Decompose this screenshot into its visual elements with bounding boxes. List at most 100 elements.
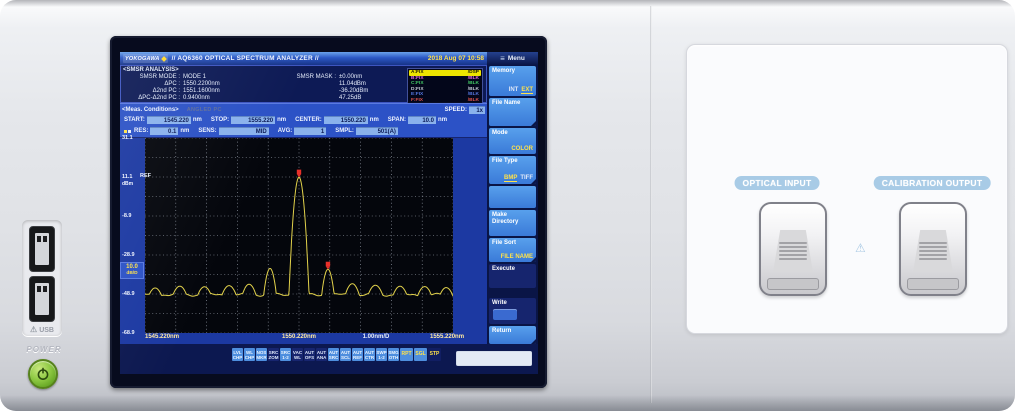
usb-caption: ⚠ USB	[22, 326, 62, 334]
smsr-label	[279, 81, 339, 88]
field-label: CENTER:	[295, 117, 322, 123]
menu-item-options: INTEXT	[509, 87, 533, 94]
field-value-smpl[interactable]: 501(A)	[356, 127, 398, 135]
usb-port-top[interactable]	[29, 226, 55, 272]
smsr-label: SMSR MASK :	[279, 74, 339, 81]
field-label: SENS:	[198, 128, 216, 134]
field-value-start[interactable]: 1545.220	[147, 116, 191, 124]
smsr-value: 11.04dBm	[339, 81, 368, 88]
softkey-src-zom[interactable]: SRCZOM	[268, 348, 279, 361]
x-tick-stop: 1555.220nm	[430, 334, 464, 340]
softkey-nos-mkr[interactable]: NOSMKR	[256, 348, 267, 361]
write-key-icon	[493, 309, 517, 320]
menu-item-value: FILE NAME	[501, 254, 533, 260]
power-button[interactable]	[28, 359, 58, 389]
field-value-center[interactable]: 1550.220	[324, 116, 368, 124]
softkey-aut-ref[interactable]: AUTREF	[352, 348, 363, 361]
y-tick-label: -28.9	[122, 252, 135, 258]
smsr-label: SMSR MODE :	[123, 74, 183, 81]
menu-item-execute[interactable]: Execute	[489, 264, 536, 288]
softkey-rpt[interactable]: RPT	[400, 348, 413, 361]
softkey-swp-1-2[interactable]: SWP1-2	[376, 348, 387, 361]
fold-corner	[531, 179, 536, 184]
x-scale-indicator: 1.00nm/D	[363, 334, 390, 340]
softkey-src-1-2[interactable]: SRC1-2	[280, 348, 291, 361]
menu-item-label: File Sort	[489, 238, 529, 247]
softkey-strip: LVLCHPWLCHPNOSMKRSRCZOMSRC1-2VACWLAUTOFS…	[120, 344, 538, 374]
field-label: START:	[124, 117, 145, 123]
field-value-res[interactable]: 0.1	[150, 127, 178, 135]
optical-input-label: OPTICAL INPUT	[735, 176, 820, 190]
field-value-avg[interactable]: 1	[294, 127, 326, 135]
screen-title: // AQ6360 OPTICAL SPECTRUM ANALYZER //	[172, 55, 319, 62]
usb-label: USB	[39, 327, 54, 334]
laser-warning-icon: ⚠	[855, 241, 866, 255]
softkey-aut-ofs[interactable]: AUTOFS	[304, 348, 315, 361]
menu-item-memory[interactable]: MemoryINTEXT	[489, 66, 536, 96]
smsr-label	[279, 88, 339, 95]
field-value-span[interactable]: 10.0	[408, 116, 436, 124]
field-label: RES:	[134, 128, 148, 134]
smsr-label: ΔPC-Δ2nd PC :	[123, 95, 183, 102]
spectrum-plot	[145, 138, 453, 333]
menu-item-return[interactable]: Return	[489, 326, 536, 344]
smsr-value: 1550.2200nm	[183, 81, 279, 88]
menu-item-mode[interactable]: ModeCOLOR	[489, 128, 536, 154]
menu-item-label: Return	[489, 326, 529, 335]
speed-value[interactable]: 1x	[469, 106, 485, 114]
menu-header-label: Menu	[508, 55, 525, 62]
y-tick-label: -68.9	[122, 330, 135, 336]
lcd-screen: YOKOGAWA // AQ6360 OPTICAL SPECTRUM ANAL…	[120, 52, 538, 374]
menu-item-write[interactable]: Write	[489, 298, 536, 324]
menu-item-file-type[interactable]: File TypeBMPTIFF	[489, 156, 536, 184]
meas-conditions-panel: <Meas. Conditions> ANGLED PC SPEED: 1x S…	[120, 103, 487, 138]
angled-pc-indicator: ANGLED PC	[187, 107, 222, 113]
meas-row-1: START:1545.220nmSTOP:1555.220nmCENTER:15…	[124, 115, 483, 125]
x-tick-center: 1550.220nm	[282, 334, 316, 340]
power-label: POWER	[14, 345, 74, 354]
softkey-smg-oth[interactable]: SMGOTH	[388, 348, 399, 361]
chassis-seam	[650, 6, 652, 403]
instrument-front-panel: ⚠ USB POWER YOKOGAWA // AQ6360 OPTICAL S…	[0, 0, 1015, 411]
field-label: AVG:	[278, 128, 293, 134]
y-scale-value: 10.0	[121, 263, 143, 271]
field-value-sens[interactable]: MID	[219, 127, 269, 135]
yokogawa-logo: YOKOGAWA	[123, 54, 168, 63]
usb-port-bottom[interactable]	[29, 276, 55, 322]
warning-triangle-icon: ⚠	[30, 326, 37, 334]
menu-item-label: Execute	[489, 264, 529, 273]
softkey-aut-ana[interactable]: AUTANA	[316, 348, 327, 361]
softkey-stp[interactable]: STP	[428, 348, 441, 361]
field-center: CENTER:1550.220nm	[295, 116, 379, 124]
screen-bezel: YOKOGAWA // AQ6360 OPTICAL SPECTRUM ANAL…	[110, 36, 547, 388]
menu-item-file-sort[interactable]: File Sort FILE NAME	[489, 238, 536, 262]
menu-item-make-directory[interactable]: Make Directory	[489, 210, 536, 236]
field-smpl: SMPL:501(A)	[335, 127, 398, 135]
softkey-row: LVLCHPWLCHPNOSMKRSRCZOMSRC1-2VACWLAUTOFS…	[232, 348, 441, 361]
menu-header: ≡ Menu	[487, 52, 538, 65]
menu-item-file-name[interactable]: File Name	[489, 98, 536, 126]
softkey-sgl[interactable]: SGL	[414, 348, 427, 361]
softkey-lvl-chp[interactable]: LVLCHP	[232, 348, 243, 361]
y-scale-unit: dB/D	[121, 271, 143, 277]
softkey-aut-src[interactable]: AUTSRC	[328, 348, 339, 361]
smsr-value: MODE 1	[183, 74, 279, 81]
chassis-bottom-shade	[0, 395, 1015, 411]
field-stop: STOP:1555.220nm	[211, 116, 286, 124]
softkey-vac-wl[interactable]: VACWL	[292, 348, 303, 361]
usb-ports: ⚠ USB	[22, 220, 62, 336]
smsr-analysis-panel: <SMSR ANALYSIS> SMSR MODE : MODE 1 SMSR …	[120, 65, 487, 103]
softkey-aut-ctr[interactable]: AUTCTR	[364, 348, 375, 361]
field-label: SPAN:	[388, 117, 406, 123]
y-tick-label: 31.1	[122, 135, 133, 141]
optical-input-connector[interactable]	[759, 202, 827, 296]
smsr-heading: <SMSR ANALYSIS>	[123, 67, 179, 73]
softkey-aut-scl[interactable]: AUTSCL	[340, 348, 351, 361]
calibration-output-connector[interactable]	[899, 202, 967, 296]
menu-item-blank[interactable]	[489, 186, 536, 208]
menu-item-label: Make Directory	[489, 210, 529, 225]
field-value-stop[interactable]: 1555.220	[231, 116, 275, 124]
softkey-wl-chp[interactable]: WLCHP	[244, 348, 255, 361]
smsr-grid: SMSR MODE : MODE 1 SMSR MASK : ±0.00nm Δ…	[123, 74, 368, 102]
menu-item-label	[489, 186, 529, 188]
